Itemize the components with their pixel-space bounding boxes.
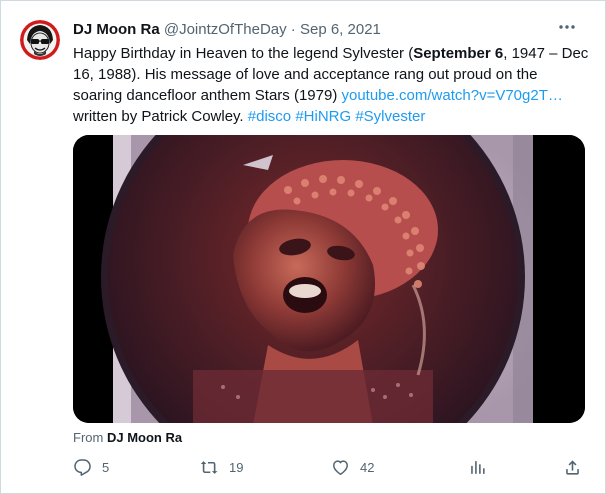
hashtag-hinrg[interactable]: #HiNRG: [295, 108, 351, 125]
separator-dot: ·: [290, 21, 296, 38]
avatar[interactable]: [20, 20, 60, 60]
media-image: [73, 135, 585, 423]
hashtag-disco[interactable]: #disco: [248, 108, 291, 125]
like-button[interactable]: 42: [331, 455, 374, 479]
tweet-card[interactable]: DJ Moon Ra @JointzOfTheDay · Sep 6, 2021…: [0, 0, 606, 494]
tweet-text-bold: September 6: [413, 45, 504, 62]
retweet-icon: [200, 460, 218, 474]
retweet-button[interactable]: 19: [200, 455, 243, 479]
views-button[interactable]: [468, 455, 487, 479]
author-name[interactable]: DJ Moon Ra: [73, 21, 160, 38]
reply-button[interactable]: 5: [73, 455, 109, 479]
media-source: From DJ Moon Ra: [73, 430, 182, 445]
author-handle[interactable]: @JointzOfTheDay: [164, 21, 287, 38]
more-options-button[interactable]: [557, 19, 577, 35]
hashtag-sylvester[interactable]: #Sylvester: [355, 108, 425, 125]
youtube-link[interactable]: youtube.com/watch?v=V70g2T…: [341, 87, 562, 104]
tweet-date[interactable]: Sep 6, 2021: [300, 21, 381, 38]
avatar-image: [20, 20, 60, 60]
media-card[interactable]: [73, 135, 585, 423]
more-horizontal-icon: [559, 25, 575, 29]
tweet-header: DJ Moon Ra @JointzOfTheDay · Sep 6, 2021: [73, 21, 555, 38]
action-bar: 5 19 42: [73, 455, 589, 479]
from-author[interactable]: DJ Moon Ra: [107, 430, 182, 445]
tweet-text-part: Happy Birthday in Heaven to the legend S…: [73, 45, 414, 62]
share-icon: [566, 459, 579, 475]
tweet-text: Happy Birthday in Heaven to the legend S…: [73, 43, 589, 127]
tweet-text-part: written by Patrick Cowley.: [73, 108, 248, 125]
from-label: From: [73, 430, 104, 445]
retweet-count: 19: [229, 459, 244, 475]
heart-icon: [333, 459, 348, 475]
reply-count: 5: [102, 459, 110, 475]
analytics-icon: [471, 460, 485, 474]
like-count: 42: [360, 459, 375, 475]
share-button[interactable]: [563, 455, 582, 479]
reply-icon: [74, 458, 91, 476]
